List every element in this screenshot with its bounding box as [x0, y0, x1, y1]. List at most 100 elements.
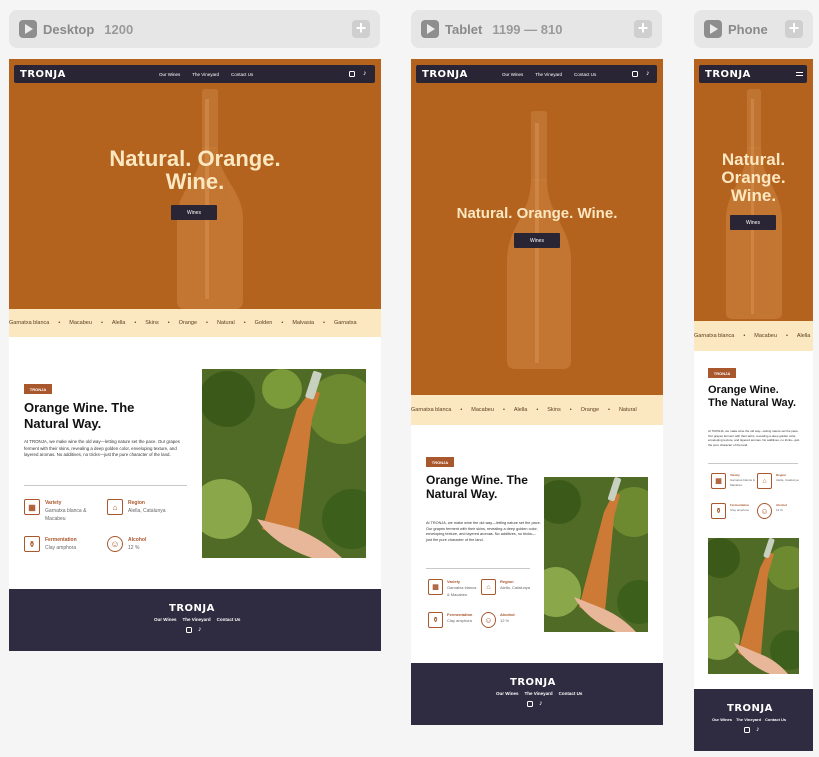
- region-icon: ⌂: [481, 579, 496, 595]
- frame-name: Tablet: [445, 21, 483, 37]
- instagram-icon[interactable]: [744, 727, 750, 733]
- play-icon[interactable]: [421, 20, 439, 38]
- footer: TRONJA Our Wines The Vineyard Contact Us…: [9, 589, 381, 651]
- region-icon: ⌂: [107, 499, 123, 515]
- feature-value: 12 %: [500, 618, 510, 624]
- hero: Natural. Orange. Wine. Wines: [411, 59, 663, 395]
- phone-frame-label[interactable]: Phone +: [694, 10, 813, 48]
- vineyard-photo: [202, 369, 366, 558]
- nav-links: Our Wines The Vineyard Contact Us: [159, 72, 253, 77]
- ticker-item: Garnatxa blanca: [694, 333, 735, 339]
- frame-size: 1200: [104, 21, 134, 37]
- footer-link-contact[interactable]: Contact Us: [765, 717, 786, 722]
- footer-link-contact[interactable]: Contact Us: [559, 691, 583, 696]
- feature-value: Clay amphora: [730, 507, 749, 512]
- add-breakpoint-icon[interactable]: +: [352, 19, 370, 38]
- hero: Natural. Orange. Wine. Wines: [694, 59, 813, 321]
- ticker-item: Macabeu: [471, 407, 494, 413]
- footer-link-our-wines[interactable]: Our Wines: [154, 617, 176, 622]
- add-breakpoint-icon[interactable]: +: [785, 19, 803, 38]
- about-badge: TRONJA: [24, 384, 52, 394]
- instagram-icon[interactable]: [527, 701, 533, 707]
- nav-link-contact[interactable]: Contact Us: [231, 72, 253, 77]
- footer-link-contact[interactable]: Contact Us: [217, 617, 241, 622]
- footer-logo[interactable]: TRONJA: [169, 603, 215, 614]
- about-title: Orange Wine. The Natural Way.: [426, 473, 528, 502]
- smile-icon: ☺: [107, 536, 123, 552]
- nav-link-vineyard[interactable]: The Vineyard: [535, 72, 562, 77]
- footer-social-icons: ♪: [186, 626, 202, 633]
- hero-wines-button[interactable]: Wines: [730, 215, 776, 230]
- footer-logo[interactable]: TRONJA: [510, 677, 556, 688]
- instagram-icon[interactable]: [186, 627, 192, 633]
- instagram-icon[interactable]: [349, 71, 355, 77]
- ticker: Garnatxa blanca • Macabeu • Alella • Skins •…: [9, 309, 381, 337]
- menu-icon[interactable]: [796, 72, 803, 76]
- bottle-image: [726, 89, 782, 319]
- logo[interactable]: TRONJA: [705, 69, 751, 80]
- region-icon: ⌂: [757, 473, 772, 489]
- tiktok-icon[interactable]: ♪: [363, 70, 367, 77]
- feature-value: 12 %: [128, 545, 140, 551]
- tablet-frame-label[interactable]: Tablet 1199 — 810 +: [411, 10, 662, 48]
- feature-fermentation: ⚱ Fermentation Clay amphora: [24, 536, 77, 552]
- footer-links: Our Wines The Vineyard Contact Us: [496, 691, 582, 696]
- ticker-item: Skins: [547, 407, 561, 413]
- footer-link-vineyard[interactable]: The Vineyard: [182, 617, 210, 622]
- tablet-artboard: Natural. Orange. Wine. Wines TRONJA Our …: [411, 59, 663, 725]
- feature-alcohol: ☺ Alcohol 12 %: [757, 503, 787, 519]
- phone-artboard: Natural. Orange. Wine. Wines TRONJA Garn…: [694, 59, 813, 751]
- nav-link-our-wines[interactable]: Our Wines: [159, 72, 180, 77]
- ticker-item: Garnatxa blanca: [411, 407, 452, 413]
- hero-title: Natural. Orange. Wine.: [721, 150, 786, 205]
- nav-link-vineyard[interactable]: The Vineyard: [192, 72, 219, 77]
- feature-value: Garnatxa blanca & Macabeu: [45, 508, 87, 522]
- desktop-frame-label[interactable]: Desktop 1200 +: [9, 10, 380, 48]
- tiktok-icon[interactable]: ♪: [198, 626, 202, 633]
- nav-link-contact[interactable]: Contact Us: [574, 72, 596, 77]
- hero-wines-button[interactable]: Wines: [171, 205, 217, 220]
- about-badge: TRONJA: [426, 457, 454, 467]
- instagram-icon[interactable]: [632, 71, 638, 77]
- feature-variety: ▦ Variety Garnatxa blanca & Macabeu: [711, 473, 755, 489]
- feature-variety: ▦ Variety Garnatxa blanca & Macabeu: [428, 579, 477, 598]
- logo[interactable]: TRONJA: [422, 69, 468, 80]
- footer-link-our-wines[interactable]: Our Wines: [712, 717, 732, 722]
- navbar: TRONJA Our Wines The Vineyard Contact Us…: [14, 65, 375, 83]
- hero: Natural. Orange. Wine. Wines: [9, 59, 381, 309]
- about-badge: TRONJA: [708, 368, 736, 378]
- footer-logo[interactable]: TRONJA: [727, 703, 773, 714]
- divider: [24, 485, 187, 486]
- footer-links: Our Wines The Vineyard Contact Us: [154, 617, 240, 622]
- vineyard-photo: [544, 477, 648, 632]
- tiktok-icon[interactable]: ♪: [539, 700, 543, 707]
- smile-icon: ☺: [481, 612, 496, 628]
- amphora-icon: ⚱: [428, 612, 443, 628]
- hero-wines-button[interactable]: Wines: [514, 233, 560, 248]
- feature-label: Region: [128, 500, 145, 506]
- add-breakpoint-icon[interactable]: +: [634, 19, 652, 38]
- play-icon[interactable]: [19, 20, 37, 38]
- play-icon[interactable]: [704, 20, 722, 38]
- ticker-item: Natural: [216, 320, 235, 326]
- frame-size: 1199 — 810: [492, 21, 563, 37]
- footer-link-our-wines[interactable]: Our Wines: [496, 691, 518, 696]
- ticker: Garnatxa blanca • Macabeu • Alella • Skins •…: [411, 395, 663, 425]
- footer-link-vineyard[interactable]: The Vineyard: [736, 717, 761, 722]
- feature-variety: ▦ Variety Garnatxa blanca & Macabeu: [24, 499, 90, 523]
- about-title: Orange Wine. The Natural Way.: [708, 384, 797, 410]
- frame-name: Desktop: [43, 21, 95, 37]
- tiktok-icon[interactable]: ♪: [756, 726, 760, 733]
- feature-value: Alella, Catalunya: [128, 508, 166, 514]
- feature-value: 12 %: [776, 507, 783, 512]
- nav-link-our-wines[interactable]: Our Wines: [502, 72, 523, 77]
- tiktok-icon[interactable]: ♪: [646, 70, 650, 77]
- feature-region: ⌂ Region Alella, Catalunya: [757, 473, 799, 489]
- footer-link-vineyard[interactable]: The Vineyard: [524, 691, 552, 696]
- ticker-item: Natural: [618, 407, 637, 413]
- logo[interactable]: TRONJA: [20, 69, 66, 80]
- about-title: Orange Wine. The Natural Way.: [24, 400, 135, 431]
- hero-title: Natural. Orange. Wine.: [109, 146, 281, 195]
- vineyard-photo: [708, 538, 799, 674]
- navbar: TRONJA: [699, 65, 807, 83]
